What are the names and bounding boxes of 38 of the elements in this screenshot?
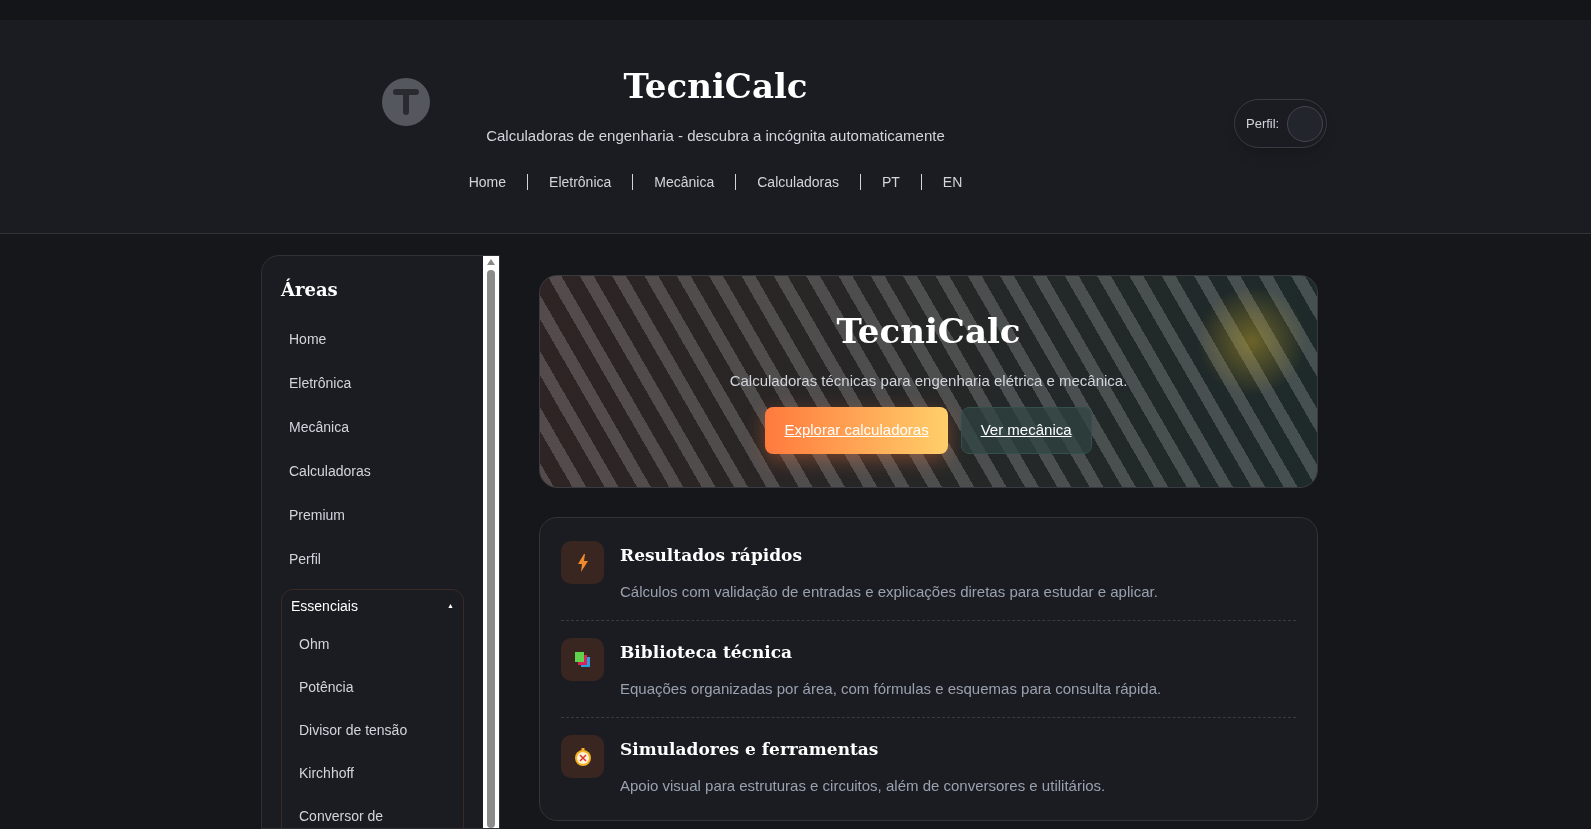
lightning-icon [561, 541, 604, 584]
scroll-up-icon[interactable] [486, 258, 496, 266]
sidebar-item[interactable]: Perfil [281, 537, 464, 581]
profile-label: Perfil: [1246, 114, 1280, 133]
nav-link[interactable]: Calculadoras [757, 171, 839, 193]
feature-title: Resultados rápidos [620, 544, 804, 567]
sidebar-item[interactable]: Mecânica [281, 405, 464, 449]
nav-link[interactable]: Eletrônica [549, 171, 612, 193]
sidebar-subitem[interactable]: Kirchhoff [282, 752, 463, 795]
avatar-icon [1287, 105, 1324, 142]
feature-text: Equações organizadas por área, com fórmulas e esquemas para consulta rápida. [620, 678, 1162, 699]
sidebar-item[interactable]: Eletrônica [281, 361, 464, 405]
feature-title: Biblioteca técnica [620, 641, 794, 664]
logo-icon [382, 78, 430, 126]
feature-title: Simuladores e ferramentas [620, 738, 880, 761]
sidebar-subitem[interactable]: Conversor de [282, 795, 463, 828]
site-title: TecniCalc [623, 69, 808, 103]
sidebar-title: Áreas [281, 277, 339, 302]
sidebar-subitem[interactable]: Divisor de tensão [282, 709, 463, 752]
nav-link[interactable]: Mecânica [654, 171, 715, 193]
feature-text: Apoio visual para estruturas e circuitos, além de conversores e utilitários. [620, 775, 1106, 796]
nav-link[interactable]: PT [881, 171, 900, 193]
nav-link[interactable]: Home [468, 171, 507, 193]
sidebar-item[interactable]: Premium [281, 493, 464, 537]
books-icon [561, 638, 604, 681]
hero-text: Calculadoras técnicas para engenharia elétrica e mecânica. [729, 371, 1128, 391]
hero-button[interactable]: Ver mecânica [960, 406, 1092, 454]
feature-text: Cálculos com validação de entradas e explicações diretas para estudar e aplicar. [620, 581, 1158, 602]
profile-toggle[interactable]: Perfil: [1234, 99, 1328, 148]
compass-icon [561, 735, 604, 778]
nav-link[interactable]: EN [942, 171, 963, 193]
sidebar-item[interactable]: Calculadoras [281, 449, 464, 493]
sidebar-item[interactable]: Home [281, 317, 464, 361]
sidebar-subitem[interactable]: Potência [282, 666, 463, 709]
sidebar-subitem[interactable]: Ohm [282, 623, 463, 666]
site-subtitle: Calculadoras de engenharia - descubra a incógnita automaticamente [486, 126, 945, 146]
scrollbar[interactable] [483, 256, 499, 828]
hero-title: TecniCalc [836, 314, 1021, 348]
